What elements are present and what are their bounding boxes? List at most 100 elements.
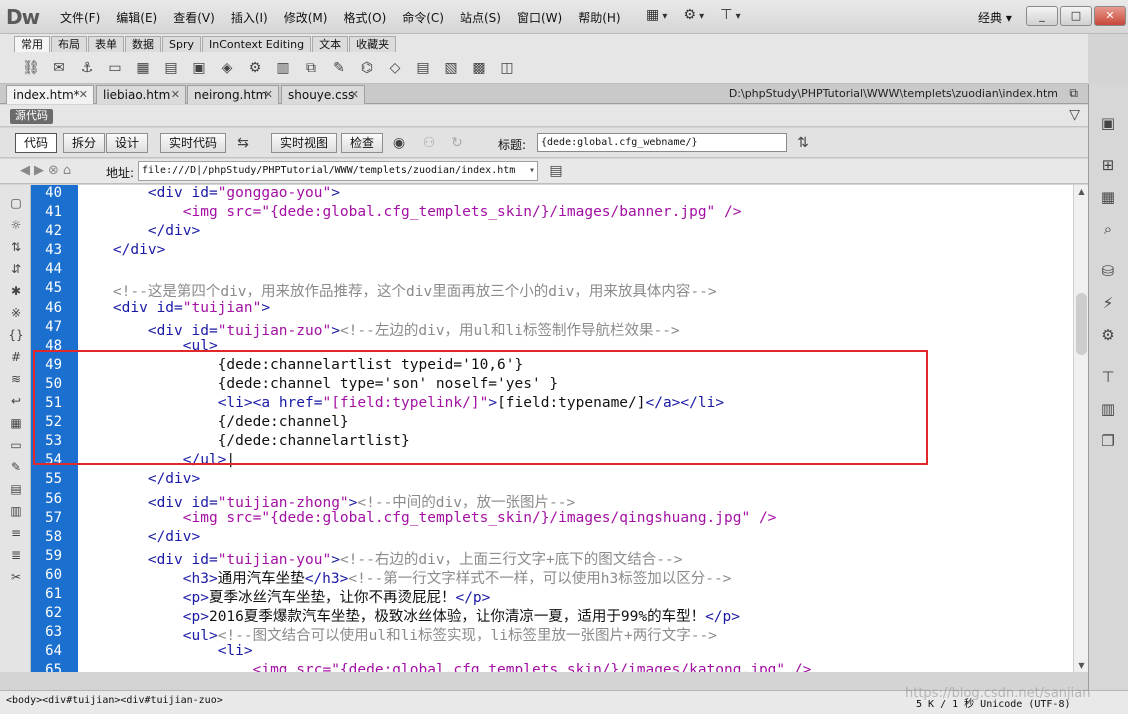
code-editor[interactable]: <div id="gonggao-you"> <img src="{dede:g… xyxy=(78,185,1073,672)
syntax-coloring-icon[interactable]: ≋ xyxy=(7,371,25,387)
live-view-button[interactable]: 实时视图 xyxy=(271,133,338,153)
menu-item[interactable]: 插入(I) xyxy=(223,9,276,26)
widget-icon[interactable]: ⚙ xyxy=(244,58,266,78)
code-line[interactable]: <p>夏季冰丝汽车坐垫，让你不再烫屁屁！</p> xyxy=(78,586,1073,605)
view-options-icon[interactable]: ▤ xyxy=(545,161,567,181)
doc-tab-neirong[interactable]: neirong.htm ✕ xyxy=(187,85,279,104)
insert-panel-icon[interactable]: ⊞ xyxy=(1096,154,1120,176)
server-behaviors-icon[interactable]: ⚙ xyxy=(1096,324,1120,346)
code-line[interactable]: <div id="tuijian"> xyxy=(78,300,1073,319)
insert-tab[interactable]: 数据 xyxy=(125,36,161,52)
highlight-invalid-icon[interactable]: # xyxy=(7,349,25,365)
code-line[interactable] xyxy=(78,261,1073,280)
script-icon[interactable]: ◇ xyxy=(384,58,406,78)
code-line[interactable]: <!--这是第四个div，用来放作品推荐，这个div里面再放三个小的div，用来… xyxy=(78,280,1073,299)
info-bar-icon[interactable]: ▦ xyxy=(7,415,25,431)
code-line[interactable]: <img src="{dede:global.cfg_templets_skin… xyxy=(78,510,1073,529)
tag-selector[interactable]: <body><div#tuijian><div#tuijian-zuo> xyxy=(6,695,223,706)
minimize-button[interactable]: _ xyxy=(1026,6,1058,26)
line-numbers-icon[interactable]: {} xyxy=(7,327,25,343)
code-line[interactable]: {dede:channel type='son' noself='yes' } xyxy=(78,376,1073,395)
home-icon[interactable]: ⌂ xyxy=(63,163,71,178)
address-input[interactable]: file:///D|/phpStudy/PHPTutorial/WWW/temp… xyxy=(138,161,538,181)
scroll-up-icon[interactable]: ▲ xyxy=(1074,187,1089,196)
file-management-icon[interactable]: ⇅ xyxy=(792,133,814,153)
code-line[interactable]: </div> xyxy=(78,242,1073,261)
vertical-scrollbar[interactable]: ▲ ▼ xyxy=(1073,185,1088,672)
code-line[interactable]: </div> xyxy=(78,471,1073,490)
snippets-icon[interactable]: ❐ xyxy=(1096,430,1120,452)
balance-braces-icon[interactable]: ※ xyxy=(7,305,25,321)
behaviors-icon[interactable]: ⚡ xyxy=(1096,292,1120,314)
comment-icon[interactable]: ✎ xyxy=(328,58,350,78)
menu-item[interactable]: 帮助(H) xyxy=(570,9,628,26)
site-icon[interactable]: ⊤ xyxy=(720,7,740,23)
templates-icon[interactable]: ▤ xyxy=(412,58,434,78)
code-line[interactable]: <ul><!--图文结合可以使用ul和li标签实现，li标签里放一张图片+两行文… xyxy=(78,624,1073,643)
insert-tab[interactable]: 文本 xyxy=(312,36,349,52)
design-view-button[interactable]: 设计 xyxy=(106,133,149,153)
code-line[interactable]: <div id="tuijian-zhong"><!--中间的div，放一张图片… xyxy=(78,491,1073,510)
select-parent-tag-icon[interactable]: ✱ xyxy=(7,283,25,299)
media-icon[interactable]: ◈ xyxy=(216,58,238,78)
check-page-icon[interactable]: ⚇ xyxy=(418,133,440,153)
chevron-down-icon[interactable]: ▾ xyxy=(529,162,535,180)
gear-icon[interactable]: ⚙ xyxy=(683,7,704,23)
doc-tab-liebiao[interactable]: liebiao.htm ✕ xyxy=(96,85,186,104)
browser-preview-icon[interactable]: ◉ xyxy=(388,133,410,153)
doc-tab-index[interactable]: index.htm* ✕ xyxy=(6,85,94,104)
workspace-switcher[interactable]: 经典 ▾ xyxy=(978,9,1012,26)
code-line[interactable]: <h3>通用汽车坐垫</h3><!--第一行文字样式不一样，可以使用h3标签加以… xyxy=(78,567,1073,586)
horizontal-rule-icon[interactable]: ▭ xyxy=(104,58,126,78)
insert-tab[interactable]: 表单 xyxy=(88,36,124,52)
menu-item[interactable]: 命令(C) xyxy=(394,9,452,26)
open-documents-icon[interactable]: ▢ xyxy=(7,195,25,211)
insert-tab[interactable]: 收藏夹 xyxy=(349,36,397,52)
menu-item[interactable]: 查看(V) xyxy=(165,9,223,26)
menu-item[interactable]: 编辑(E) xyxy=(108,9,165,26)
format-source-icon[interactable]: ✂ xyxy=(7,569,25,585)
forward-icon[interactable]: ▶ xyxy=(34,163,44,178)
server-include-icon[interactable]: ⧉ xyxy=(300,58,322,78)
close-icon[interactable]: ✕ xyxy=(79,86,88,104)
back-icon[interactable]: ◀ xyxy=(20,163,30,178)
email-link-icon[interactable]: ✉ xyxy=(48,58,70,78)
expand-all-icon[interactable]: ⇵ xyxy=(7,261,25,277)
scroll-down-icon[interactable]: ▼ xyxy=(1074,661,1089,670)
image-icon[interactable]: ▣ xyxy=(188,58,210,78)
split-view-button[interactable]: 拆分 xyxy=(63,133,106,153)
code-line[interactable]: <ul> xyxy=(78,338,1073,357)
databases-icon[interactable]: ⛁ xyxy=(1096,260,1120,282)
menu-item[interactable]: 窗口(W) xyxy=(509,9,570,26)
code-line[interactable]: <div id="tuijian-zuo"><!--左边的div，用ul和li标… xyxy=(78,319,1073,338)
code-line[interactable]: <img src="{dede:global.cfg_templets_skin… xyxy=(78,662,1073,672)
named-anchor-icon[interactable]: ⚓ xyxy=(76,58,98,78)
menu-item[interactable]: 站点(S) xyxy=(452,9,509,26)
library-icon[interactable]: ◫ xyxy=(496,58,518,78)
collapse-full-tag-icon[interactable]: ☼ xyxy=(7,217,25,233)
template-icon[interactable]: ▩ xyxy=(468,58,490,78)
refresh-icon[interactable]: ↻ xyxy=(446,133,468,153)
close-icon[interactable]: ✕ xyxy=(171,86,180,104)
files-icon[interactable]: ⊤ xyxy=(1096,366,1120,388)
date-icon[interactable]: ▥ xyxy=(272,58,294,78)
assets-icon[interactable]: ▥ xyxy=(1096,398,1120,420)
code-line[interactable]: </div> xyxy=(78,529,1073,548)
live-code-button[interactable]: 实时代码 xyxy=(160,133,227,153)
indent-code-icon[interactable]: ≡ xyxy=(7,525,25,541)
tag-chooser-icon[interactable]: ▧ xyxy=(440,58,462,78)
doc-tab-shouye[interactable]: shouye.css ✕ xyxy=(281,85,365,104)
insert-div-icon[interactable]: ▤ xyxy=(160,58,182,78)
head-icon[interactable]: ⌬ xyxy=(356,58,378,78)
css-styles-icon[interactable]: ▦ xyxy=(1096,186,1120,208)
code-line[interactable]: {dede:channelartlist typeid='10,6'} xyxy=(78,357,1073,376)
layout-icon[interactable]: ▦ xyxy=(646,7,667,23)
apply-comment-icon[interactable]: ▭ xyxy=(7,437,25,453)
stop-icon[interactable]: ⊗ xyxy=(48,163,59,178)
wrap-tag-icon[interactable]: ▤ xyxy=(7,481,25,497)
code-line[interactable]: <div id="gonggao-you"> xyxy=(78,185,1073,204)
code-line[interactable]: <p>2016夏季爆款汽车坐垫，极致冰丝体验，让你清凉一夏，适用于99%的车型！… xyxy=(78,605,1073,624)
outdent-code-icon[interactable]: ≣ xyxy=(7,547,25,563)
scroll-thumb[interactable] xyxy=(1076,293,1087,355)
code-view-button[interactable]: 代码 xyxy=(15,133,58,153)
